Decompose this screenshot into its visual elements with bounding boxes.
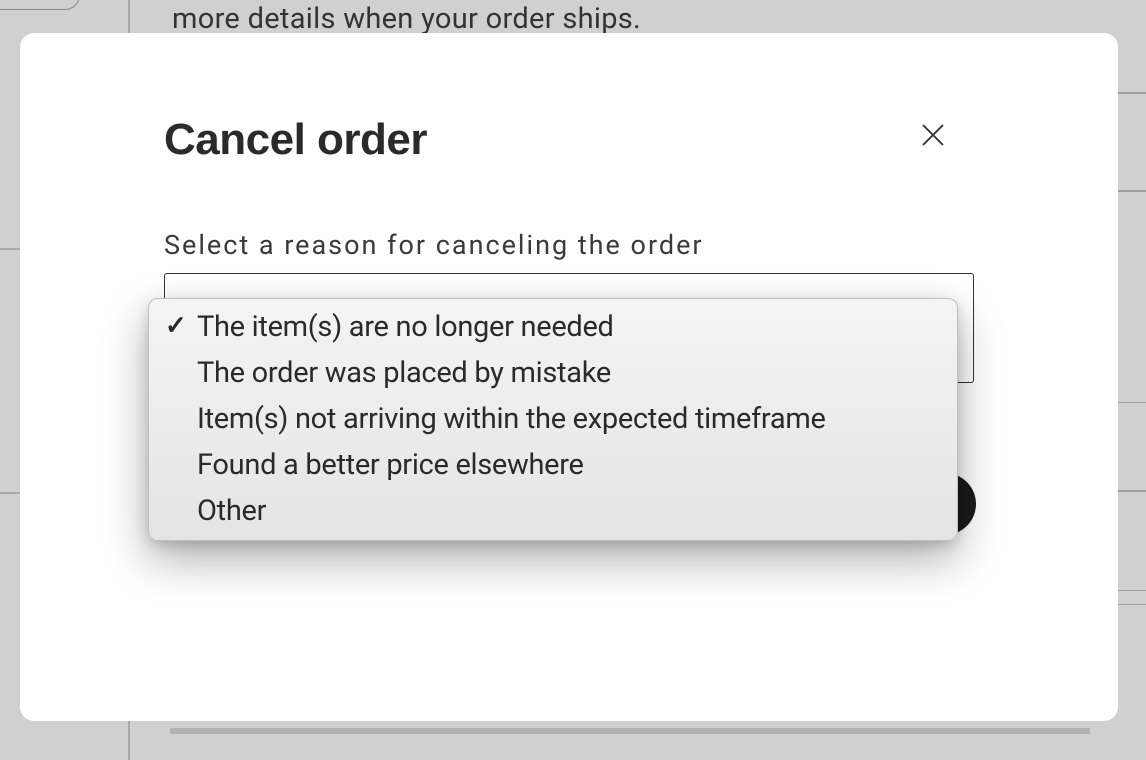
dropdown-option-by-mistake[interactable]: The order was placed by mistake — [149, 351, 957, 397]
bg-line — [1118, 490, 1146, 492]
option-label: Item(s) not arriving within the expected… — [197, 402, 826, 436]
bg-line — [0, 248, 20, 250]
dropdown-option-other[interactable]: Other — [149, 489, 957, 535]
dropdown-option-better-price[interactable]: Found a better price elsewhere — [149, 443, 957, 489]
reason-select-label: Select a reason for canceling the order — [164, 229, 704, 261]
bg-line — [1118, 190, 1146, 192]
bg-line — [170, 728, 1090, 734]
modal-title: Cancel order — [164, 115, 427, 165]
option-label: Other — [197, 494, 266, 528]
option-label: The order was placed by mistake — [197, 356, 611, 390]
bg-line — [1118, 590, 1146, 591]
dropdown-option-timeframe[interactable]: Item(s) not arriving within the expected… — [149, 397, 957, 443]
bg-line — [1118, 402, 1146, 403]
close-button[interactable] — [913, 115, 953, 155]
bg-line — [1118, 604, 1146, 605]
dropdown-option-no-longer-needed[interactable]: The item(s) are no longer needed — [149, 305, 957, 351]
cancel-order-modal: Cancel order Select a reason for canceli… — [20, 33, 1118, 721]
option-label: Found a better price elsewhere — [197, 448, 584, 482]
bg-line — [1118, 92, 1146, 94]
bg-pill — [0, 0, 80, 10]
option-label: The item(s) are no longer needed — [197, 310, 614, 344]
bg-shipping-text: more details when your order ships. — [172, 2, 641, 36]
close-icon — [918, 120, 948, 150]
reason-dropdown-list: The item(s) are no longer needed The ord… — [148, 298, 958, 541]
bg-line — [0, 492, 20, 494]
